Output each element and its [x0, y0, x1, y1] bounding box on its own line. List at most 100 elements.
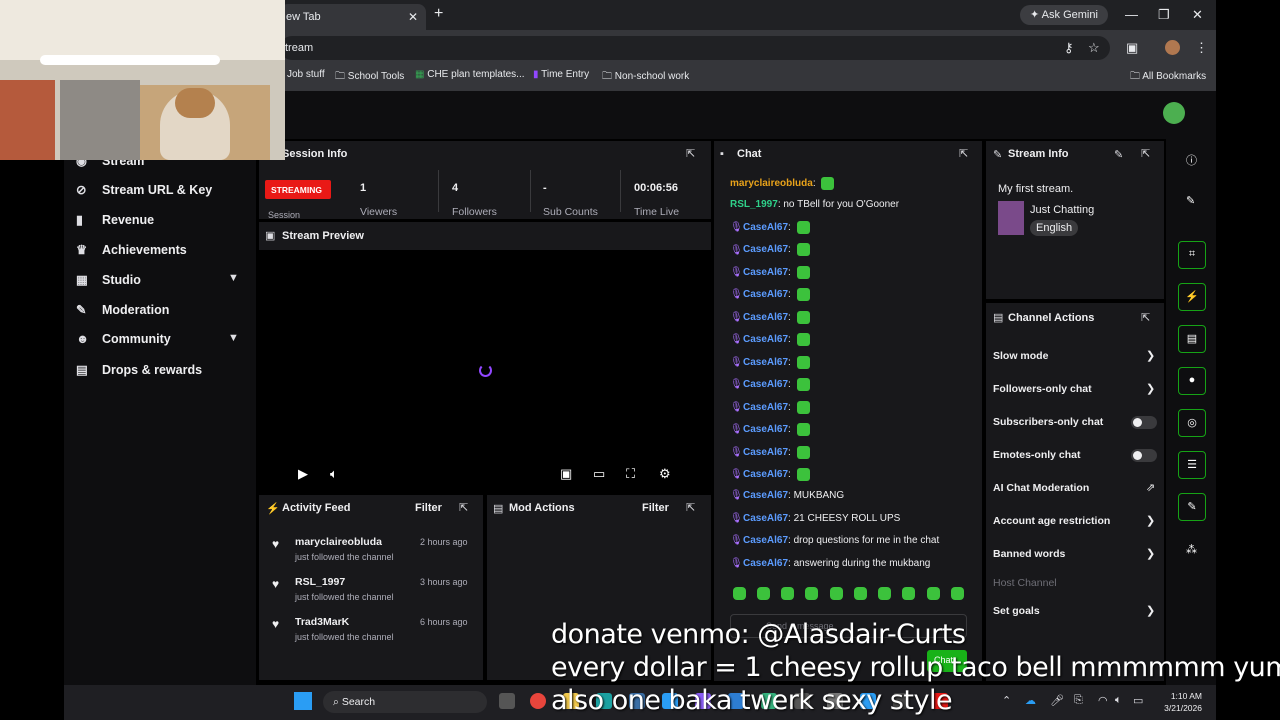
windows-start-icon[interactable] — [294, 692, 312, 710]
network-share-icon[interactable]: ⎘ — [1074, 694, 1083, 707]
menu-dots-icon[interactable]: ⋮ — [1195, 40, 1208, 56]
minimize-icon[interactable]: — — [1125, 7, 1138, 22]
play-icon[interactable]: ▶ — [298, 466, 308, 482]
bookmark-item[interactable]: 🗀 School Tools — [335, 69, 404, 86]
follower-name[interactable]: RSL_1997 — [295, 576, 345, 588]
set-goals-option[interactable]: Set goals — [993, 605, 1040, 617]
chat-username[interactable]: RSL_1997 — [730, 199, 778, 210]
chat-username[interactable]: CaseAl67 — [743, 469, 788, 480]
emote-icon[interactable] — [830, 587, 843, 600]
chat-username[interactable]: CaseAl67 — [743, 379, 788, 390]
chevron-right-icon[interactable]: ❯ — [1146, 382, 1155, 395]
chat-username[interactable]: CaseAl67 — [743, 447, 788, 458]
account-age-option[interactable]: Account age restriction — [993, 515, 1110, 527]
sidebar-item-moderation[interactable]: ✎ Moderation — [76, 302, 169, 326]
chrome-icon[interactable] — [530, 693, 546, 709]
subscribers-only-toggle[interactable] — [1131, 416, 1157, 429]
mic-icon[interactable]: 🎤︎ — [1050, 694, 1064, 707]
taskbar-clock[interactable]: 1:10 AM 3/21/2026 — [1150, 690, 1202, 714]
close-window-icon[interactable]: ✕ — [1192, 7, 1203, 23]
volume-icon[interactable]: 🔈︎ — [330, 466, 338, 482]
settings-gear-icon[interactable]: ⚙ — [659, 466, 671, 482]
side-panel-icon[interactable]: ▣ — [1126, 40, 1138, 56]
sidebar-item-revenue[interactable]: ▮ Revenue — [76, 212, 154, 236]
emote-icon[interactable] — [902, 587, 915, 600]
stream-category[interactable]: Just Chatting — [1030, 204, 1094, 216]
popout-icon[interactable]: ⇱ — [959, 147, 968, 160]
sidebar-item-drops[interactable]: ▤ Drops & rewards — [76, 362, 202, 386]
follower-name[interactable]: Trad3MarK — [295, 616, 349, 628]
emote-icon[interactable] — [733, 587, 746, 600]
bookmark-star-icon[interactable]: ☆ — [1088, 40, 1100, 56]
chat-username[interactable]: CaseAl67 — [743, 513, 788, 524]
popout-icon[interactable]: ⇱ — [686, 147, 695, 160]
ask-gemini-button[interactable]: ✦ Ask Gemini — [1020, 5, 1108, 25]
tools-rail-button[interactable]: ✎ — [1178, 493, 1206, 521]
chat-username[interactable]: CaseAl67 — [743, 535, 788, 546]
notes-rail-button[interactable]: ▤ — [1178, 325, 1206, 353]
follower-name[interactable]: maryclaireobluda — [295, 536, 382, 548]
emotes-only-toggle[interactable] — [1131, 449, 1157, 462]
picture-in-picture-icon[interactable]: ▣ — [560, 466, 572, 482]
chat-rail-button[interactable]: ● — [1178, 367, 1206, 395]
mod-filter-button[interactable]: Filter — [642, 502, 669, 514]
chat-username[interactable]: CaseAl67 — [743, 334, 788, 345]
chevron-right-icon[interactable]: ❯ — [1146, 604, 1155, 617]
user-avatar[interactable] — [1163, 102, 1185, 124]
chat-username[interactable]: CaseAl67 — [743, 357, 788, 368]
profile-avatar[interactable] — [1165, 40, 1180, 55]
chat-username[interactable]: CaseAl67 — [743, 490, 788, 501]
bookmark-item[interactable]: ▮ Time Entry — [533, 69, 589, 80]
followers-only-option[interactable]: Followers-only chat — [993, 383, 1092, 395]
taskbar-search[interactable]: ⌕ Search — [323, 691, 487, 713]
popout-icon[interactable]: ⇱ — [686, 501, 695, 514]
tray-chevron-icon[interactable]: ⌃ — [1002, 694, 1011, 707]
chat-username[interactable]: CaseAl67 — [743, 289, 788, 300]
chat-username[interactable]: CaseAl67 — [743, 245, 788, 256]
chevron-right-icon[interactable]: ❯ — [1146, 514, 1155, 527]
emote-icon[interactable] — [757, 587, 770, 600]
ai-chat-moderation-option[interactable]: AI Chat Moderation — [993, 482, 1089, 494]
bookmark-item[interactable]: 🗀 Non-school work — [602, 69, 689, 86]
clip-rail-button[interactable]: ⌗ — [1178, 241, 1206, 269]
chat-username[interactable]: CaseAl67 — [743, 267, 788, 278]
emote-icon[interactable] — [781, 587, 794, 600]
maximize-icon[interactable]: ❐ — [1158, 7, 1170, 23]
popout-icon[interactable]: ⇱ — [1141, 311, 1150, 324]
queue-rail-button[interactable]: ☰ — [1178, 451, 1206, 479]
bookmark-item[interactable]: ▦ CHE plan templates... — [415, 69, 525, 80]
sidebar-item-achievements[interactable]: ♛ Achievements — [76, 242, 187, 266]
task-view-icon[interactable] — [499, 693, 515, 709]
banned-words-option[interactable]: Banned words — [993, 548, 1065, 560]
emote-icon[interactable] — [927, 587, 940, 600]
edit-pencil-icon[interactable]: ✎ — [1186, 194, 1195, 207]
extensions-icon[interactable]: ⁂ — [1186, 543, 1197, 556]
bookmark-item[interactable]: Job stuff — [287, 69, 325, 80]
browser-tab[interactable]: ew Tab ✕ — [280, 4, 426, 30]
fullscreen-icon[interactable]: ⛶ — [626, 466, 635, 482]
chevron-right-icon[interactable]: ❯ — [1146, 547, 1155, 560]
all-bookmarks[interactable]: 🗀 All Bookmarks — [1130, 69, 1206, 86]
sidebar-item-community[interactable]: ☻ Community ▼ — [76, 332, 239, 356]
chat-username[interactable]: CaseAl67 — [743, 312, 788, 323]
popout-icon[interactable]: ⇱ — [1141, 147, 1150, 160]
popout-icon[interactable]: ⇱ — [459, 501, 468, 514]
close-tab-icon[interactable]: ✕ — [408, 10, 418, 24]
chat-username[interactable]: CaseAl67 — [743, 402, 788, 413]
chat-username[interactable]: CaseAl67 — [743, 558, 788, 569]
sidebar-item-studio[interactable]: ▦ Studio ▼ — [76, 272, 239, 296]
chevron-right-icon[interactable]: ❯ — [1146, 349, 1155, 362]
sidebar-item-stream-url[interactable]: ⊘ Stream URL & Key — [76, 182, 212, 206]
broadcast-rail-button[interactable]: ◎ — [1178, 409, 1206, 437]
emote-icon[interactable] — [854, 587, 867, 600]
bolt-rail-button[interactable]: ⚡ — [1178, 283, 1206, 311]
emote-icon[interactable] — [805, 587, 818, 600]
edit-pencil-icon[interactable]: ✎ — [1114, 148, 1123, 161]
theater-mode-icon[interactable]: ▭ — [593, 466, 605, 482]
chat-username[interactable]: maryclaireobluda — [730, 178, 813, 189]
password-key-icon[interactable]: ⚷ — [1064, 40, 1074, 56]
wifi-icon[interactable]: ◠ — [1098, 694, 1108, 707]
emote-icon[interactable] — [878, 587, 891, 600]
activity-filter-button[interactable]: Filter — [415, 502, 442, 514]
emote-icon[interactable] — [951, 587, 964, 600]
